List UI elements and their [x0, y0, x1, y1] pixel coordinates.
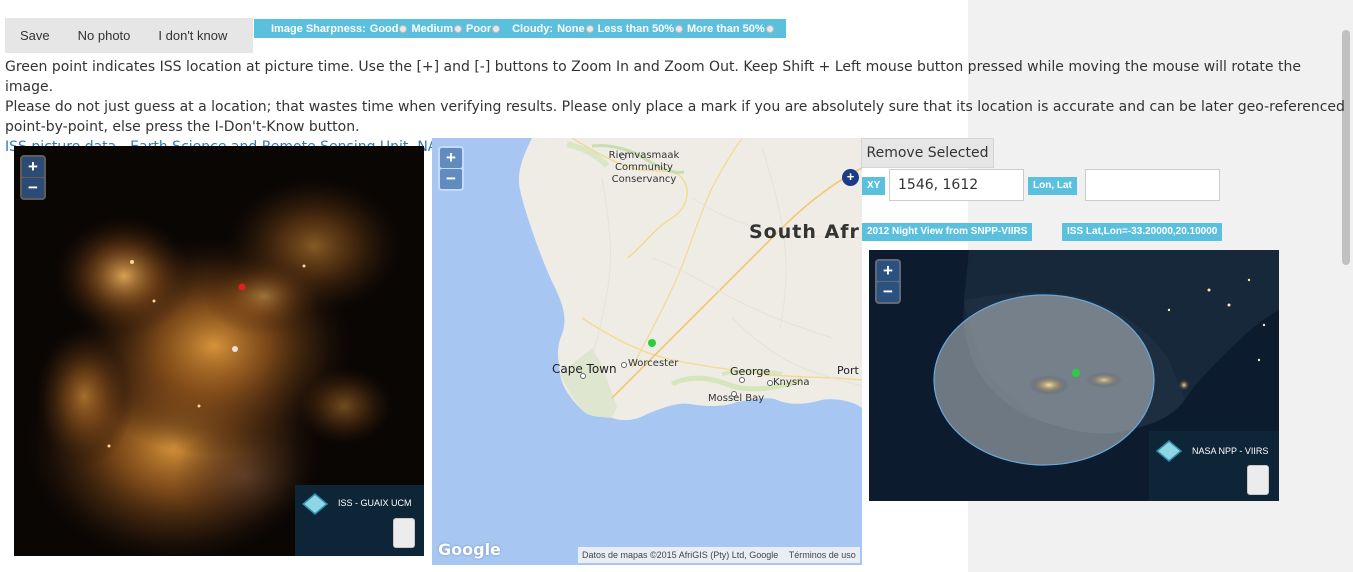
sharpness-label: Image Sharpness: [271, 22, 366, 35]
terms-link[interactable]: Términos de uso [789, 550, 856, 560]
city-label-mossel-bay: Mossel Bay [708, 393, 765, 404]
layer-panel-handle[interactable] [1247, 465, 1269, 495]
iss-latlon-label: ISS Lat,Lon=-33.20000,20.10000 [1062, 223, 1223, 241]
iss-location-marker[interactable] [648, 339, 656, 347]
image-options-bar: Image Sharpness: Good Medium Poor Cloudy… [254, 19, 786, 38]
night-zoom-control: + − [875, 259, 901, 304]
xy-field[interactable]: 1546, 1612 [889, 169, 1024, 201]
city-label-port: Port [837, 364, 859, 377]
iss-zoom-control: + − [20, 155, 46, 200]
cloudy-label: Cloudy: [512, 22, 554, 35]
no-photo-button[interactable]: No photo [64, 18, 145, 53]
radio-icon[interactable] [492, 24, 501, 33]
sharpness-option-medium[interactable]: Medium [411, 23, 464, 35]
night-layer-switcher[interactable]: NASA NPP - VIIRS [1149, 431, 1279, 501]
zoom-out-button[interactable]: − [877, 282, 899, 302]
cloudy-option-less-50[interactable]: Less than 50% [598, 23, 685, 35]
google-map-canvas [432, 138, 862, 565]
layers-icon [302, 493, 328, 515]
city-label-george: George [730, 365, 771, 378]
radio-icon[interactable] [674, 24, 683, 33]
xy-label: XY [862, 177, 886, 195]
iss-layer-name: ISS - GUAIX UCM [338, 498, 412, 508]
radio-icon[interactable] [765, 24, 774, 33]
layers-icon [1156, 440, 1182, 462]
google-map[interactable]: Riemvasmaak Community Conservancy South … [432, 138, 862, 565]
conservancy-label: Riemvasmaak Community Conservancy [608, 150, 680, 185]
save-button[interactable]: Save [5, 18, 64, 53]
radio-icon[interactable] [454, 24, 463, 33]
dont-know-button[interactable]: I don't know [144, 18, 241, 53]
selected-point-marker[interactable] [238, 283, 246, 291]
layer-panel-handle[interactable] [393, 518, 415, 548]
instructions-line-2: Please do not just guess at a location; … [5, 99, 1345, 135]
zoom-in-button[interactable]: + [877, 261, 899, 281]
google-zoom-control: + − [438, 146, 464, 191]
cloudy-option-more-50[interactable]: More than 50% [687, 23, 776, 35]
map-attribution: Datos de mapas ©2015 AfriGIS (Pty) Ltd, … [578, 547, 860, 563]
sharpness-option-good[interactable]: Good [370, 23, 410, 35]
night-layer-name: NASA NPP - VIIRS [1192, 446, 1269, 456]
radio-icon[interactable] [585, 24, 594, 33]
remove-selected-button[interactable]: Remove Selected [861, 138, 994, 168]
google-logo[interactable]: Google [438, 540, 501, 559]
action-toolbar: Save No photo I don't know [5, 18, 253, 53]
iss-photo-map[interactable]: + − ISS - GUAIX UCM [14, 146, 424, 556]
airport-icon: + [842, 169, 859, 186]
iss-location-marker[interactable] [1072, 369, 1080, 377]
city-label-knysna: Knysna [773, 377, 810, 388]
zoom-out-button[interactable]: − [22, 178, 44, 198]
night-view-map[interactable]: + − NASA NPP - VIIRS [869, 250, 1279, 501]
radio-icon[interactable] [399, 24, 408, 33]
country-label: South Afr [749, 221, 860, 243]
iss-layer-switcher[interactable]: ISS - GUAIX UCM [295, 485, 424, 556]
city-label-worcester: Worcester [628, 358, 679, 369]
lonlat-label: Lon, Lat [1028, 177, 1077, 195]
night-view-label: 2012 Night View from SNPP-VIIRS [862, 223, 1033, 241]
lonlat-field[interactable] [1085, 169, 1220, 201]
city-label-cape-town: Cape Town [552, 362, 617, 376]
zoom-in-button[interactable]: + [22, 157, 44, 177]
sharpness-option-poor[interactable]: Poor [466, 23, 502, 35]
instructions-line-1: Green point indicates ISS location at pi… [5, 59, 1301, 95]
zoom-out-button[interactable]: − [440, 169, 462, 189]
zoom-in-button[interactable]: + [440, 148, 462, 168]
cloudy-option-none[interactable]: None [557, 23, 596, 35]
